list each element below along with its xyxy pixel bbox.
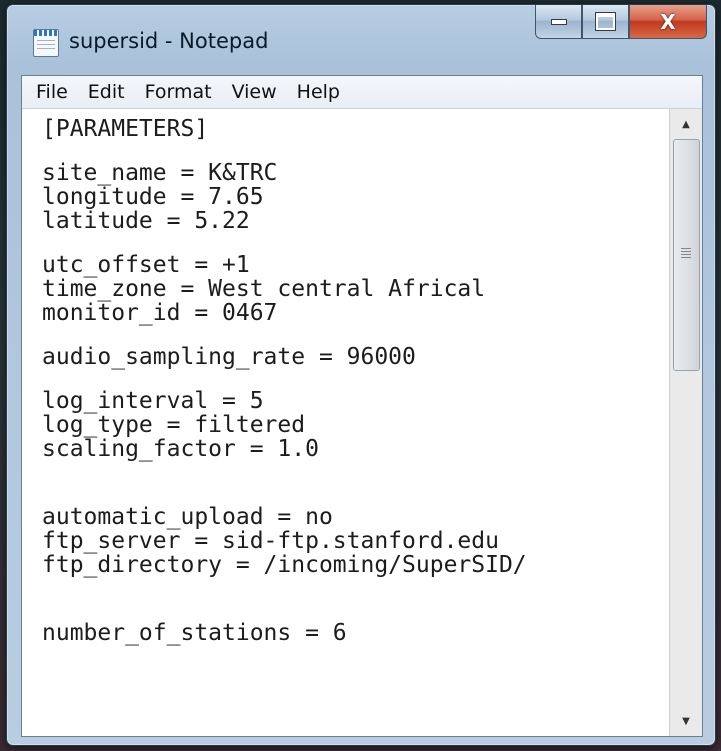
maximize-icon	[596, 13, 615, 30]
text-line-ftp-directory: ftp_directory = /incoming/SuperSID/	[42, 552, 527, 578]
menu-file[interactable]: File	[36, 81, 68, 103]
text-line-time-zone: time_zone = West central Africal	[42, 276, 486, 302]
close-button[interactable]: X	[629, 5, 707, 39]
text-editor[interactable]: [PARAMETERS] site_name = K&TRC longitude…	[22, 109, 670, 736]
title-bar[interactable]: supersid - Notepad X	[7, 5, 715, 75]
close-icon: X	[660, 9, 676, 34]
text-line-ftp-server: ftp_server = sid-ftp.stanford.edu	[42, 528, 499, 554]
text-line-log-type: log_type = filtered	[42, 412, 306, 438]
text-line-number-of-stations: number_of_stations = 6	[42, 620, 347, 646]
vertical-scrollbar[interactable]: ▲ ▼	[669, 109, 702, 736]
grip-icon	[681, 248, 691, 258]
menu-help[interactable]: Help	[297, 81, 340, 103]
menu-bar: File Edit Format View Help	[22, 76, 702, 109]
chevron-up-icon: ▲	[682, 118, 690, 130]
scroll-up-button[interactable]: ▲	[670, 109, 702, 139]
client-area: File Edit Format View Help [PARAMETERS] …	[21, 75, 703, 737]
text-line-audio-sampling-rate: audio_sampling_rate = 96000	[42, 344, 416, 370]
notepad-window: supersid - Notepad X File Edit Format Vi…	[6, 4, 716, 746]
text-line-latitude: latitude = 5.22	[42, 208, 250, 234]
caption-buttons: X	[535, 5, 707, 41]
menu-edit[interactable]: Edit	[88, 81, 125, 103]
notepad-icon[interactable]	[33, 29, 59, 57]
text-line-automatic-upload: automatic_upload = no	[42, 504, 333, 530]
text-line-header: [PARAMETERS]	[42, 116, 209, 142]
window-title: supersid - Notepad	[69, 29, 269, 53]
text-line-log-interval: log_interval = 5	[42, 388, 264, 414]
text-line-site-name: site_name = K&TRC	[42, 160, 278, 186]
minimize-icon	[550, 18, 567, 25]
menu-format[interactable]: Format	[145, 81, 212, 103]
scroll-down-button[interactable]: ▼	[670, 706, 702, 736]
text-line-longitude: longitude = 7.65	[42, 184, 264, 210]
text-line-utc-offset: utc_offset = +1	[42, 252, 250, 278]
text-line-monitor-id: monitor_id = 0467	[42, 300, 278, 326]
chevron-down-icon: ▼	[682, 715, 690, 727]
scroll-thumb[interactable]	[673, 139, 700, 371]
maximize-button[interactable]	[582, 5, 629, 39]
text-line-scaling-factor: scaling_factor = 1.0	[42, 436, 319, 462]
menu-view[interactable]: View	[232, 81, 277, 103]
minimize-button[interactable]	[535, 5, 582, 39]
